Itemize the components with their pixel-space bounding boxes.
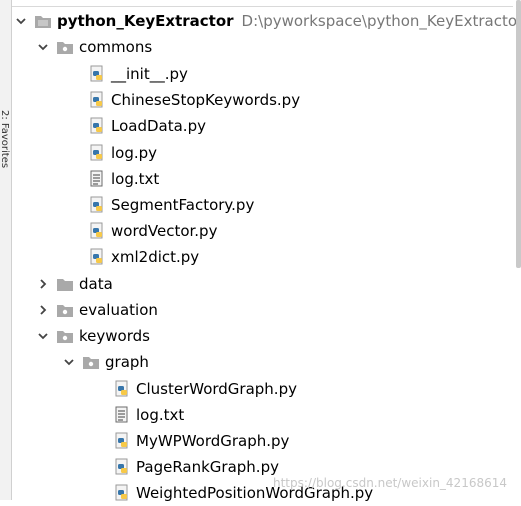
file-label: MyWPWordGraph.py [136,432,290,450]
chevron-down-icon[interactable] [36,323,50,349]
file-label: log.txt [136,406,185,424]
file-label: log.txt [111,170,160,188]
tree-row-file[interactable]: SegmentFactory.py [88,192,521,218]
tree-row-project-root[interactable]: python_KeyExtractor D:\pyworkspace\pytho… [14,8,521,34]
folder-icon [34,12,52,30]
folder-label: graph [105,353,149,371]
python-file-icon [88,196,106,214]
chevron-down-icon[interactable] [62,349,76,375]
python-file-icon [113,484,131,502]
package-folder-icon [56,38,74,56]
tree-row-file[interactable]: MyWPWordGraph.py [113,428,521,454]
text-file-icon [113,406,131,424]
package-folder-icon [56,327,74,345]
folder-label: data [79,275,113,293]
tree-row-evaluation[interactable]: evaluation [36,297,521,323]
folder-label: commons [79,38,153,56]
python-file-icon [88,248,106,266]
chevron-right-icon[interactable] [36,297,50,323]
watermark: https://blog.csdn.net/weixin_42168614 [272,476,507,490]
project-tree: python_KeyExtractor D:\pyworkspace\pytho… [0,0,521,502]
folder-label: keywords [79,327,150,345]
tree-row-file[interactable]: ClusterWordGraph.py [113,376,521,402]
scrollbar-thumb[interactable] [516,0,521,268]
tree-row-file[interactable]: log.txt [113,402,521,428]
python-file-icon [88,222,106,240]
project-name: python_KeyExtractor [57,12,234,30]
tree-row-file[interactable]: __init__.py [88,61,521,87]
chevron-down-icon[interactable] [14,8,28,34]
file-label: xml2dict.py [111,248,200,266]
python-file-icon [88,91,106,109]
tree-row-file[interactable]: wordVector.py [88,218,521,244]
folder-icon [56,275,74,293]
package-folder-icon [56,301,74,319]
file-label: PageRankGraph.py [136,458,279,476]
file-label: __init__.py [111,65,188,83]
text-file-icon [88,170,106,188]
tree-row-file[interactable]: LoadData.py [88,113,521,139]
tree-row-file[interactable]: log.txt [88,166,521,192]
python-file-icon [113,432,131,450]
tree-row-keywords[interactable]: keywords [36,323,521,349]
python-file-icon [88,117,106,135]
tree-row-commons[interactable]: commons [36,34,521,60]
tree-row-file[interactable]: xml2dict.py [88,244,521,270]
file-label: ChineseStopKeywords.py [111,91,301,109]
package-folder-icon [82,353,100,371]
file-label: SegmentFactory.py [111,196,255,214]
chevron-down-icon[interactable] [36,34,50,60]
tree-row-file[interactable]: log.py [88,140,521,166]
project-path: D:\pyworkspace\python_KeyExtractor [241,12,521,30]
python-file-icon [88,144,106,162]
python-file-icon [113,458,131,476]
file-label: ClusterWordGraph.py [136,380,297,398]
vertical-scrollbar[interactable] [515,0,521,500]
file-label: LoadData.py [111,117,206,135]
folder-label: evaluation [79,301,158,319]
tree-row-file[interactable]: ChineseStopKeywords.py [88,87,521,113]
tree-row-data[interactable]: data [36,271,521,297]
tree-row-graph[interactable]: graph [62,349,521,375]
chevron-right-icon[interactable] [36,271,50,297]
file-label: wordVector.py [111,222,218,240]
file-label: log.py [111,144,158,162]
python-file-icon [88,65,106,83]
python-file-icon [113,380,131,398]
